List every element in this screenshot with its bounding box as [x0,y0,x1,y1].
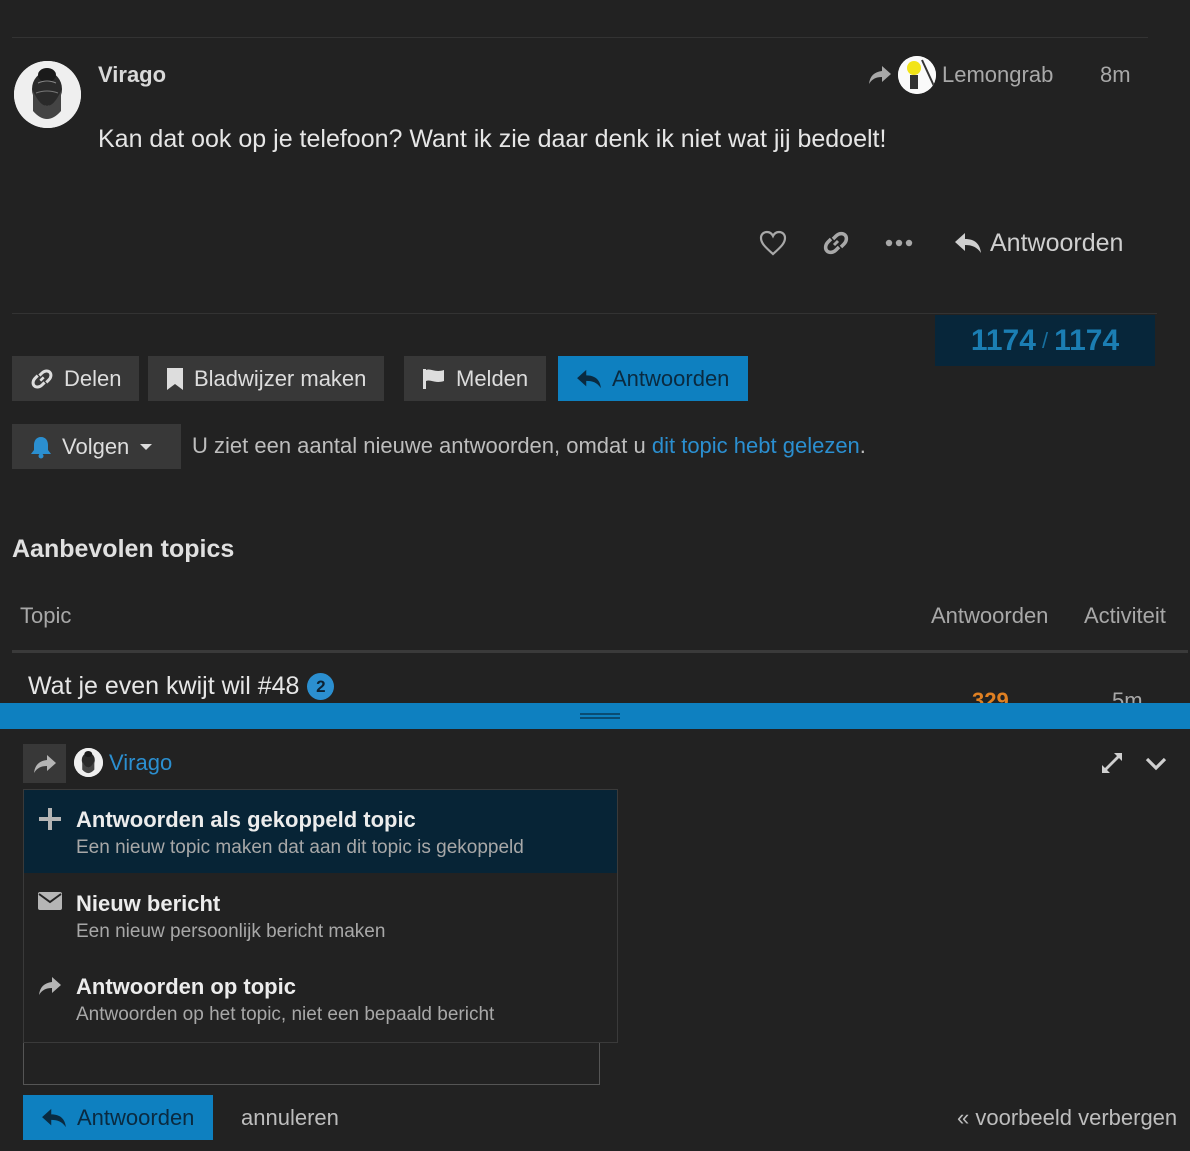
plus-icon [24,790,76,873]
chevron-down-icon [1143,750,1169,776]
progress-separator: / [1041,327,1049,353]
copy-link-button[interactable] [818,225,854,261]
share-label: Delen [64,365,122,391]
reply-topic-label: Antwoorden [612,365,730,391]
column-header-topic: Topic [20,603,72,628]
expand-icon [1099,750,1125,776]
post-reply-button[interactable]: Antwoorden [954,229,1123,258]
top-divider [12,37,1148,38]
reply-to-username: Lemongrab [942,62,1054,87]
action-description: Een nieuw topic maken dat aan dit topic … [76,837,524,858]
bookmark-button[interactable]: Bladwijzer maken [148,356,385,401]
reply-target-avatar [74,748,103,777]
more-button[interactable] [881,225,917,261]
collapse-composer-button[interactable] [1143,750,1169,776]
action-reply-to-topic[interactable]: Antwoorden op topic Antwoorden op het to… [24,957,617,1040]
composer-submit-button[interactable]: Antwoorden [23,1095,213,1140]
avatar[interactable] [14,61,81,128]
action-title: Antwoorden op topic [76,974,296,999]
action-description: Een nieuw persoonlijk bericht maken [76,921,386,942]
notification-level: Volgen [62,433,130,459]
action-reply-as-linked-topic[interactable]: Antwoorden als gekoppeld topic Een nieuw… [24,790,617,873]
reply-icon [576,368,602,390]
reply-to-tab[interactable]: Lemongrab [868,56,1053,94]
action-description: Antwoorden op het topic, niet een bepaal… [76,1004,495,1025]
toggle-preview-link[interactable]: « voorbeeld verbergen [957,1105,1177,1131]
post-actions: Antwoorden [755,222,1123,264]
submit-label: Antwoorden [77,1104,195,1130]
reply-topic-button[interactable]: Antwoorden [558,356,748,401]
reply-target-username: Virago [109,749,173,775]
post-date[interactable]: 8m [1100,62,1131,88]
share-icon [868,64,892,86]
action-new-message[interactable]: Nieuw bericht Een nieuw persoonlijk beri… [24,874,617,957]
progress-current: 1174 [970,323,1036,357]
unread-badge[interactable]: 2 [307,673,335,700]
suggested-topic-link[interactable]: Wat je even kwijt wil #48 2 [28,672,335,701]
link-icon [822,229,850,257]
envelope-icon [24,874,76,957]
reply-to-avatar [898,56,936,94]
column-header-activity: Activiteit [1084,603,1166,628]
fullscreen-button[interactable] [1099,750,1125,776]
suggested-topics-title: Aanbevolen topics [12,535,235,563]
progress-total: 1174 [1054,323,1120,357]
composer-editor[interactable] [23,1042,600,1085]
post-author[interactable]: Virago [98,62,166,88]
table-header-divider [12,650,1188,653]
share-icon [24,957,76,1040]
flag-button[interactable]: Melden [404,356,547,401]
flag-label: Melden [456,365,529,391]
composer-reply-target[interactable]: Virago [74,748,172,777]
action-title: Antwoorden als gekoppeld topic [76,807,416,832]
action-title: Nieuw bericht [76,891,221,916]
timeline-progress[interactable]: 1174 / 1174 [935,315,1155,366]
post-divider [12,313,1157,314]
bookmark-label: Bladwijzer maken [194,365,367,391]
flag-icon [422,368,446,390]
ellipsis-icon [885,239,913,247]
reply-icon [41,1107,67,1129]
bookmark-icon [166,367,184,391]
notification-reason: U ziet een aantal nieuwe antwoorden, omd… [192,433,866,459]
reply-icon [954,231,982,255]
grip-handle-icon [580,713,620,719]
notification-reason-suffix: . [859,433,866,458]
composer-action-toggle[interactable] [23,744,66,783]
post-body: Kan dat ook op je telefoon? Want ik zie … [98,125,887,153]
suggested-topic-title: Wat je even kwijt wil #48 [28,672,300,700]
notification-reason-link[interactable]: dit topic hebt gelezen [652,433,860,458]
notification-reason-prefix: U ziet een aantal nieuwe antwoorden, omd… [192,433,652,458]
bell-icon [30,435,52,459]
share-icon [33,753,57,775]
notifications-dropdown[interactable]: Volgen [12,424,181,469]
composer-actions-dropdown: Antwoorden als gekoppeld topic Een nieuw… [23,789,618,1043]
cancel-link[interactable]: annuleren [241,1105,339,1131]
post-reply-label: Antwoorden [990,228,1124,257]
like-button[interactable] [755,225,791,261]
caret-down-icon [139,443,153,451]
column-header-replies: Antwoorden [931,603,1049,628]
share-topic-button[interactable]: Delen [12,356,140,401]
link-icon [30,367,54,391]
heart-icon [759,230,787,256]
